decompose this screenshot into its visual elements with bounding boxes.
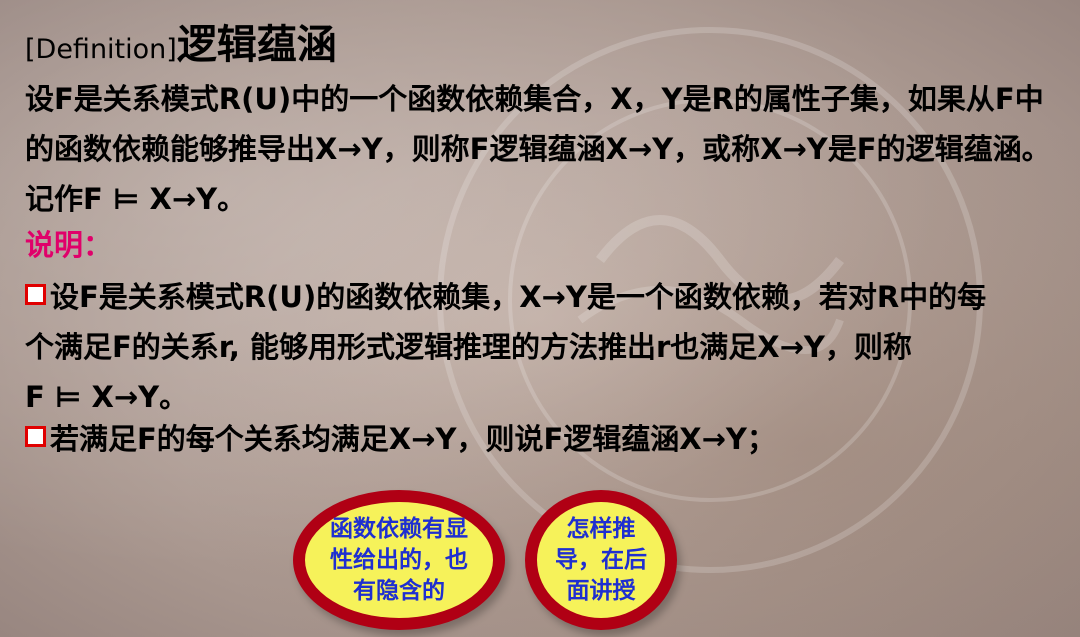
note-label: 说明： [25, 228, 113, 262]
bullet-item-1: 设F是关系模式R(U)的函数依赖集，X→Y是一个函数依赖，若对R中的每 个满足F… [25, 272, 1065, 422]
bubble-2-line-2: 导，在后 [555, 546, 647, 573]
slide-title: [Definition]逻辑蕴涵 [25, 12, 337, 70]
square-bullet-icon [25, 284, 46, 305]
bubble-2-line-3: 面讲授 [566, 577, 636, 604]
title-english: [Definition] [25, 34, 177, 65]
definition-paragraph: 设F是关系模式R(U)中的一个函数依赖集合，X，Y是R的属性子集，如果从F中的函… [25, 82, 1051, 216]
bubble-1-line-3: 有隐含的 [353, 577, 445, 604]
bullet-1-line-2: 个满足F的关系r, 能够用形式逻辑推理的方法推出r也满足X→Y，则称 [25, 330, 912, 364]
bubble-2-line-1: 怎样推 [566, 515, 636, 542]
callout-bubble-derivation: 怎样推 导，在后 面讲授 [525, 490, 677, 630]
callout-bubble-implicit: 函数依赖有显 性给出的，也 有隐含的 [293, 490, 505, 630]
bullet-1-line-3: F ⊨ X→Y。 [25, 380, 189, 414]
bullet-2-text: 若满足F的每个关系均满足X→Y，则说F逻辑蕴涵X→Y； [50, 422, 776, 456]
bullet-1-line-1: 设F是关系模式R(U)的函数依赖集，X→Y是一个函数依赖，若对R中的每 [50, 280, 987, 314]
bullet-item-2: 若满足F的每个关系均满足X→Y，则说F逻辑蕴涵X→Y； [25, 414, 1065, 464]
title-chinese: 逻辑蕴涵 [176, 22, 337, 68]
slide: [Definition]逻辑蕴涵 设F是关系模式R(U)中的一个函数依赖集合，X… [0, 0, 1080, 637]
bubble-1-line-2: 性给出的，也 [330, 546, 468, 573]
square-bullet-icon [25, 426, 46, 447]
bubble-1-line-1: 函数依赖有显 [330, 515, 468, 542]
